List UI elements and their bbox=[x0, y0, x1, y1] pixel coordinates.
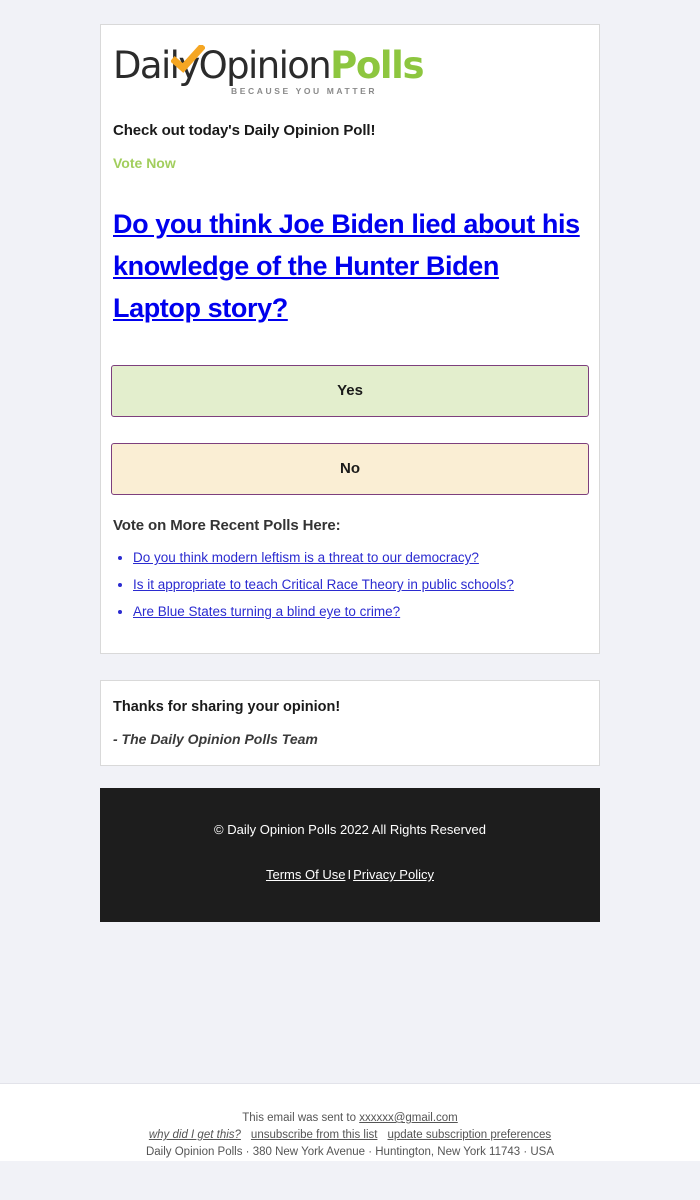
footer-link-separator: I bbox=[347, 867, 352, 882]
list-item: Is it appropriate to teach Critical Race… bbox=[133, 577, 589, 592]
privacy-policy-link[interactable]: Privacy Policy bbox=[353, 867, 434, 882]
thanks-message: Thanks for sharing your opinion! bbox=[113, 699, 341, 715]
footer-copyright: © Daily Opinion Polls 2022 All Rights Re… bbox=[214, 822, 486, 837]
thanks-signature: - The Daily Opinion Polls Team bbox=[113, 731, 318, 747]
more-poll-link-2[interactable]: Is it appropriate to teach Critical Race… bbox=[133, 577, 514, 592]
poll-card: DailyOpinionPolls BECAUSE YOU MATTER Che… bbox=[100, 24, 600, 654]
brand-logo[interactable]: DailyOpinionPolls BECAUSE YOU MATTER bbox=[111, 39, 589, 100]
logo-wordmark: DailyOpinionPolls bbox=[113, 44, 589, 87]
update-preferences-link[interactable]: update subscription preferences bbox=[387, 1129, 551, 1141]
more-polls-heading: Vote on More Recent Polls Here: bbox=[113, 517, 341, 534]
recipient-email-link[interactable]: xxxxxx@gmail.com bbox=[359, 1112, 458, 1124]
logo-text-pinion: pinion bbox=[226, 44, 332, 87]
footer-legal-links: Terms Of Use I Privacy Policy bbox=[110, 867, 590, 882]
sent-to-prefix: This email was sent to bbox=[242, 1112, 360, 1124]
list-item: Are Blue States turning a blind eye to c… bbox=[133, 604, 589, 619]
intro-headline: Check out today's Daily Opinion Poll! bbox=[113, 122, 376, 139]
list-item: Do you think modern leftism is a threat … bbox=[133, 550, 589, 565]
mailchimp-footer: This email was sent to xxxxxx@gmail.com … bbox=[0, 1084, 700, 1161]
answer-options: Yes No bbox=[111, 365, 589, 495]
terms-of-use-link[interactable]: Terms Of Use bbox=[266, 867, 345, 882]
unsubscribe-link[interactable]: unsubscribe from this list bbox=[251, 1129, 378, 1141]
vote-no-button[interactable]: No bbox=[111, 443, 589, 495]
dark-footer: © Daily Opinion Polls 2022 All Rights Re… bbox=[100, 788, 600, 922]
more-polls-list: Do you think modern leftism is a threat … bbox=[111, 550, 589, 619]
vote-now-label[interactable]: Vote Now bbox=[113, 155, 589, 171]
mailchimp-links-line: why did I get this? unsubscribe from this… bbox=[0, 1127, 700, 1144]
poll-question-link[interactable]: Do you think Joe Biden lied about his kn… bbox=[113, 203, 587, 329]
logo-text-o: O bbox=[198, 44, 228, 87]
logo-text-polls: Polls bbox=[330, 44, 424, 87]
sender-address: Daily Opinion Polls · 380 New York Avenu… bbox=[145, 1146, 555, 1158]
more-poll-link-3[interactable]: Are Blue States turning a blind eye to c… bbox=[133, 604, 400, 619]
more-poll-link-1[interactable]: Do you think modern leftism is a threat … bbox=[133, 550, 479, 565]
email-body: DailyOpinionPolls BECAUSE YOU MATTER Che… bbox=[0, 24, 700, 1084]
thanks-card: Thanks for sharing your opinion! - The D… bbox=[100, 680, 600, 766]
logo-text-daily: Daily bbox=[113, 44, 200, 87]
vote-yes-button[interactable]: Yes bbox=[111, 365, 589, 417]
sent-to-line: This email was sent to xxxxxx@gmail.com bbox=[0, 1110, 700, 1127]
logo-tagline: BECAUSE YOU MATTER bbox=[231, 86, 378, 96]
why-did-i-get-this-link[interactable]: why did I get this? bbox=[149, 1129, 241, 1141]
